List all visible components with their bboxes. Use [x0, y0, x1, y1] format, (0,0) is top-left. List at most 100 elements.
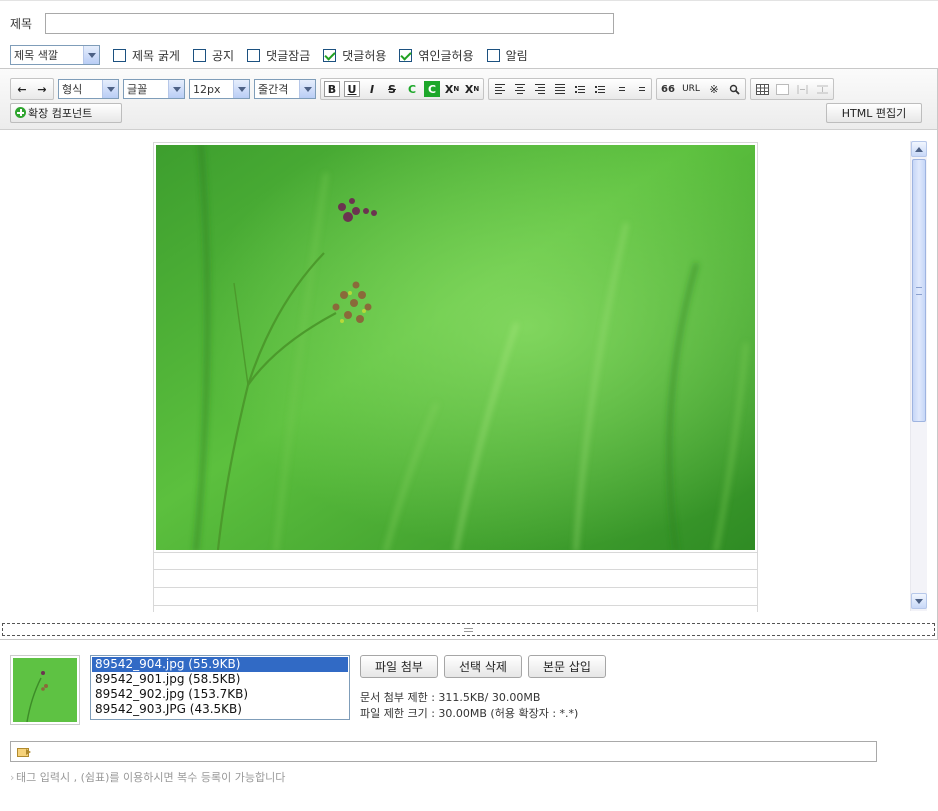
bold-button[interactable]: B	[324, 81, 340, 97]
indent-icon[interactable]	[630, 80, 650, 98]
option-notify[interactable]: 알림	[486, 47, 528, 64]
toolbar-row-secondary: 확장 컴포넌트 HTML 편집기	[10, 102, 922, 123]
title-color-select-text: 제목 색깔	[14, 49, 58, 62]
pencil-icon	[17, 747, 33, 757]
font-select-text: 글꼴	[127, 83, 148, 96]
special-char-icon[interactable]: ※	[704, 80, 724, 98]
checkbox-checked[interactable]	[399, 48, 413, 62]
insert-into-body-button[interactable]: 본문 삽입	[528, 655, 606, 678]
merge-cells-icon[interactable]	[792, 80, 812, 98]
undo-button[interactable]: ←	[12, 80, 32, 98]
alignment-group	[488, 78, 652, 100]
editor-content[interactable]	[0, 131, 937, 615]
superscript-button[interactable]: XN	[442, 80, 462, 98]
bullet-icon: ›	[10, 771, 15, 784]
editor-resize-handle[interactable]	[2, 623, 935, 636]
extension-component-button[interactable]: 확장 컴포넌트	[10, 102, 122, 123]
italic-button[interactable]: I	[362, 80, 382, 98]
blank-line	[154, 570, 757, 588]
chevron-down-icon	[233, 80, 249, 98]
option-label: 엮인글허용	[418, 48, 474, 63]
checkbox[interactable]	[486, 48, 500, 62]
blank-line	[154, 588, 757, 606]
unordered-list-icon[interactable]	[590, 80, 610, 98]
subscript-button[interactable]: XN	[462, 80, 482, 98]
option-label: 알림	[505, 48, 528, 63]
post-editor-page: 제목 제목 색깔 제목 굵게 공지 댓글잠금 댓글허용 엮인글허용 알림 ← →…	[0, 0, 938, 811]
scroll-up-button[interactable]	[911, 141, 927, 157]
subscript-label: X	[464, 82, 474, 96]
option-label: 제목 굵게	[132, 48, 180, 63]
title-color-select[interactable]: 제목 색깔	[10, 45, 100, 65]
checkbox[interactable]	[113, 48, 126, 62]
tag-input[interactable]	[10, 741, 877, 762]
insert-group: 66 URL ※	[656, 78, 746, 100]
file-size-limit: 파일 제한 크기 : 30.00MB (허용 확장자 : *.*)	[360, 707, 579, 720]
delete-selected-button[interactable]: 선택 삭제	[444, 655, 522, 678]
strikethrough-button[interactable]: S	[382, 80, 402, 98]
tag-help-text: › 태그 입력시 , (쉼표)를 이용하시면 복수 등록이 가능합니다	[10, 769, 285, 785]
search-icon[interactable]	[724, 80, 744, 98]
outdent-icon[interactable]	[610, 80, 630, 98]
option-notice[interactable]: 공지	[192, 47, 235, 64]
options-row: 제목 색깔 제목 굵게 공지 댓글잠금 댓글허용 엮인글허용 알림	[10, 44, 528, 66]
format-select-text: 형식	[62, 83, 83, 96]
option-bold-title[interactable]: 제목 굵게	[113, 47, 180, 64]
font-size-select[interactable]: 12px	[189, 79, 250, 99]
plus-icon	[15, 107, 26, 118]
align-right-icon[interactable]	[530, 80, 550, 98]
editor-toolbar: ← → 형식 글꼴 12px 줄간격 B U I S C C X N X N 6…	[0, 69, 937, 130]
chevron-down-icon	[168, 80, 184, 98]
url-button[interactable]: URL	[678, 80, 704, 98]
align-left-icon[interactable]	[490, 80, 510, 98]
file-item[interactable]: 89542_901.jpg (58.5KB)	[92, 672, 348, 687]
attachment-preview	[10, 655, 80, 725]
align-center-icon[interactable]	[510, 80, 530, 98]
scroll-thumb[interactable]	[912, 159, 926, 422]
option-allow-comments[interactable]: 댓글허용	[323, 47, 386, 64]
option-label: 공지	[211, 48, 235, 63]
underline-button[interactable]: U	[344, 81, 360, 97]
checkbox-checked[interactable]	[323, 48, 337, 62]
scroll-down-button[interactable]	[911, 593, 927, 609]
text-style-group: B U I S C C XN XN	[320, 78, 484, 100]
rich-text-editor: ← → 형식 글꼴 12px 줄간격 B U I S C C X N X N 6…	[0, 68, 938, 640]
redo-button[interactable]: →	[32, 80, 52, 98]
font-select[interactable]: 글꼴	[123, 79, 185, 99]
file-item[interactable]: 89542_903.JPG (43.5KB)	[92, 702, 348, 717]
table-cell-icon[interactable]	[772, 80, 792, 98]
attached-file-list[interactable]: 89542_904.jpg (55.9KB) 89542_901.jpg (58…	[90, 655, 350, 720]
checkbox[interactable]	[192, 48, 206, 62]
align-justify-icon[interactable]	[550, 80, 570, 98]
ordered-list-icon[interactable]	[570, 80, 590, 98]
file-item[interactable]: 89542_904.jpg (55.9KB)	[92, 657, 348, 672]
checkbox[interactable]	[247, 48, 261, 62]
format-select[interactable]: 형식	[58, 79, 119, 99]
title-input[interactable]	[45, 12, 614, 34]
split-cells-icon[interactable]	[812, 80, 832, 98]
option-lock-comments[interactable]: 댓글잠금	[247, 47, 310, 64]
html-editor-button[interactable]: HTML 편집기	[826, 102, 922, 123]
line-height-select[interactable]: 줄간격	[254, 79, 316, 99]
superscript-label: X	[444, 82, 454, 96]
inserted-image-frame	[153, 142, 758, 612]
chevron-down-icon	[299, 80, 315, 98]
content-blank-lines	[154, 552, 757, 606]
attachment-buttons: 파일 첨부 선택 삭제 본문 삽입	[360, 655, 612, 678]
vertical-scrollbar[interactable]	[910, 141, 927, 611]
font-color-button[interactable]: C	[402, 80, 422, 98]
option-allow-trackback[interactable]: 엮인글허용	[399, 47, 474, 64]
tag-help-label: 태그 입력시 , (쉼표)를 이용하시면 복수 등록이 가능합니다	[16, 771, 286, 784]
grass-flower-photo[interactable]	[156, 145, 755, 550]
font-size-select-text: 12px	[193, 82, 221, 96]
toolbar-row-main: ← → 형식 글꼴 12px 줄간격 B U I S C C X N X N 6…	[10, 78, 838, 100]
quote-icon[interactable]: 66	[658, 80, 678, 98]
table-icon[interactable]	[752, 80, 772, 98]
background-color-button[interactable]: C	[424, 81, 440, 97]
attach-file-button[interactable]: 파일 첨부	[360, 655, 438, 678]
chevron-down-icon	[102, 80, 118, 98]
file-item[interactable]: 89542_902.jpg (153.7KB)	[92, 687, 348, 702]
option-label: 댓글잠금	[266, 48, 311, 63]
blank-line	[154, 552, 757, 570]
history-group: ← →	[10, 78, 54, 100]
